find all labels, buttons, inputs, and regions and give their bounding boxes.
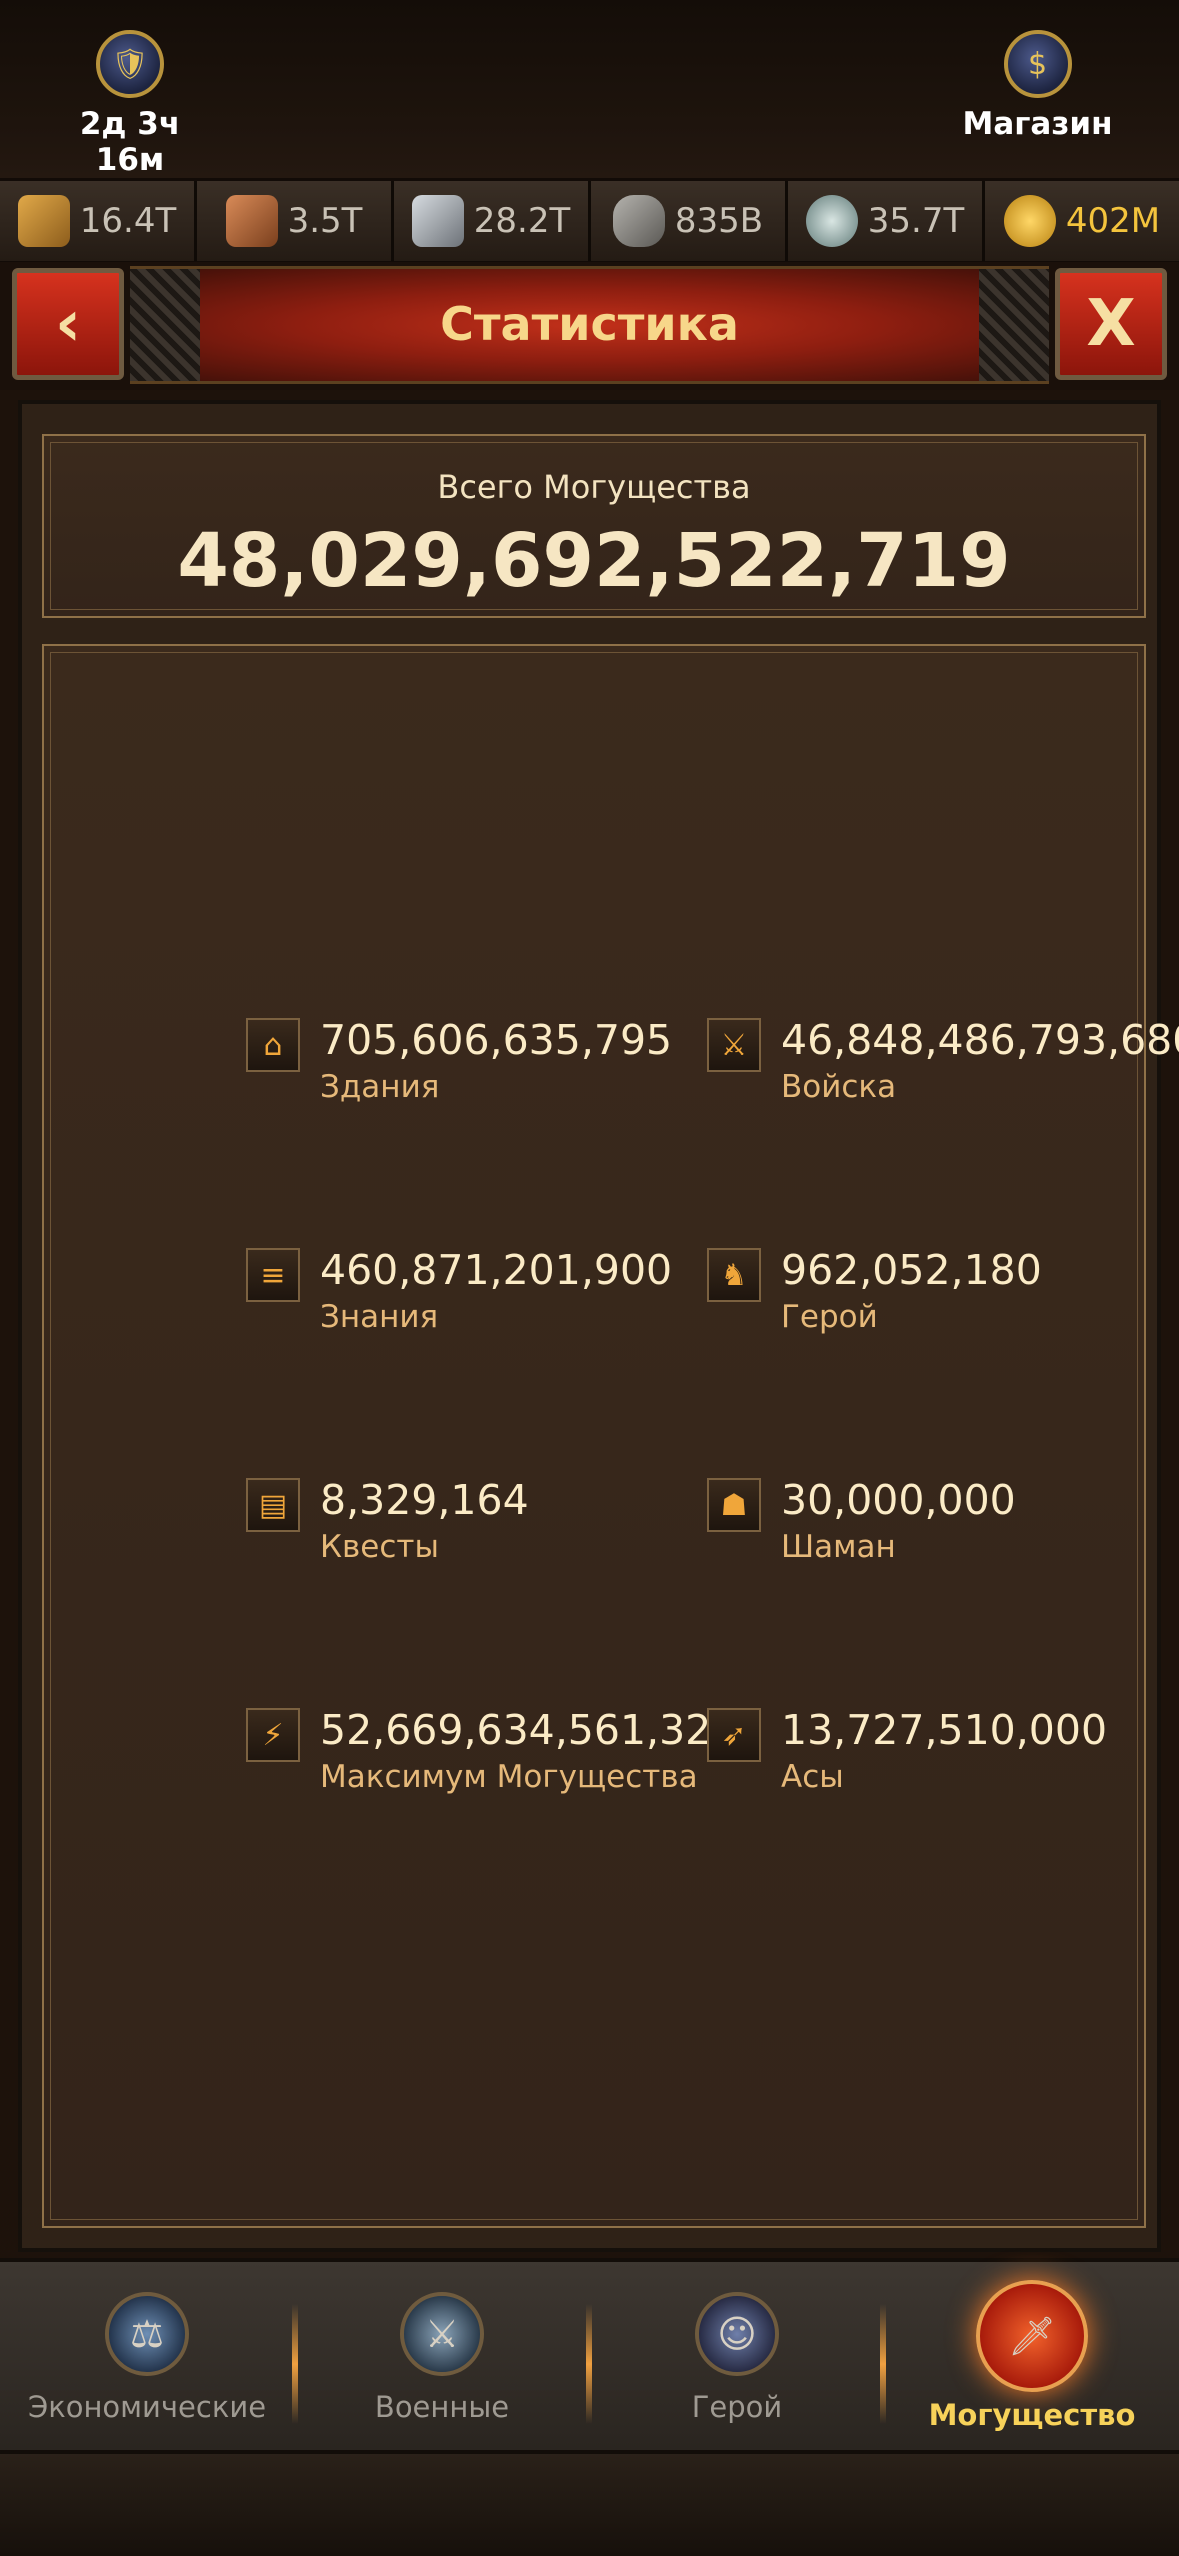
stat-value: 962,052,180 (781, 1246, 1042, 1294)
shop-bag-icon: $ (1003, 30, 1072, 98)
shaman-icon: ☗ (707, 1478, 761, 1532)
stat-label: Квесты (320, 1529, 439, 1565)
tab-label: Экономические (27, 2390, 267, 2424)
stat-value: 13,727,510,000 (781, 1706, 1108, 1754)
tab-label: Военные (374, 2390, 510, 2424)
wheat-icon (17, 195, 70, 247)
silver-coin-icon (805, 195, 858, 247)
total-power-value: 48,029,692,522,719 (177, 518, 1011, 604)
shield-icon: 🛡 (96, 30, 164, 98)
shield-timer[interactable]: 🛡 2д 3ч 16м (45, 30, 215, 178)
tab-power[interactable]: 🗡 Могущество (885, 2262, 1179, 2452)
stat-label: Войска (781, 1069, 897, 1105)
bottom-strip (0, 2454, 1179, 2556)
resource-wood-value: 3.5T (287, 201, 363, 241)
resource-stone-value: 835B (674, 201, 764, 241)
horn-icon: ➶ (707, 1708, 761, 1762)
bottom-tab-bar: ⚖ Экономические ⚔ Военные ☺ Герой 🗡 Могу… (0, 2258, 1179, 2454)
stat-label: Герой (781, 1299, 878, 1335)
tab-military[interactable]: ⚔ Военные (295, 2262, 589, 2452)
hero-icon: ☺ (695, 2292, 779, 2376)
back-button[interactable]: ‹ (12, 268, 124, 380)
resource-wood[interactable]: 3.5T (197, 181, 394, 261)
stat-value: 8,329,164 (320, 1476, 529, 1524)
resource-iron-value: 28.2T (473, 201, 571, 241)
top-bar: 🛡 2д 3ч 16м $ Магазин (0, 0, 1179, 178)
iron-ingot-icon (411, 195, 464, 247)
chevron-left-icon: ‹ (54, 287, 82, 361)
open-book-icon: ▤ (246, 1478, 300, 1532)
stat-value: 46,848,486,793,680 (781, 1016, 1179, 1064)
logs-icon (225, 195, 278, 247)
scales-icon: ⚖ (105, 2292, 189, 2376)
total-power-label: Всего Могущества (437, 468, 751, 506)
resource-silver-value: 35.7T (867, 201, 965, 241)
resource-stone[interactable]: 835B (591, 181, 788, 261)
resource-silver[interactable]: 35.7T (788, 181, 985, 261)
resource-gold-value: 402M (1065, 201, 1161, 241)
stat-value: 460,871,201,900 (320, 1246, 673, 1294)
stat-label: Максимум Могущества (320, 1759, 698, 1795)
close-icon: X (1086, 287, 1136, 361)
shield-timer-label: 2д 3ч 16м (79, 106, 181, 178)
wolf-icon: ♞ (707, 1248, 761, 1302)
helmet-icon: ⚔ (707, 1018, 761, 1072)
power-sword-icon: 🗡 (976, 2280, 1088, 2392)
gold-coin-icon (1003, 195, 1056, 247)
resource-gold[interactable]: 402M (985, 181, 1179, 261)
shop-button[interactable]: $ Магазин (950, 30, 1125, 142)
stat-label: Шаман (781, 1529, 896, 1565)
close-button[interactable]: X (1055, 268, 1167, 380)
resource-bar: 16.4T 3.5T 28.2T 835B 35.7T 402M (0, 178, 1179, 264)
resource-food[interactable]: 16.4T (0, 181, 197, 261)
shop-label: Магазин (962, 106, 1113, 142)
stone-icon (612, 195, 665, 247)
title-bar: ‹ Статистика X (0, 262, 1179, 390)
stats-panel: Всего Могущества 48,029,692,522,719 ⌂ 70… (18, 400, 1179, 2252)
resource-iron[interactable]: 28.2T (394, 181, 591, 261)
title-banner: Статистика (130, 266, 1049, 384)
stat-label: Асы (781, 1759, 844, 1795)
stat-value: 30,000,000 (781, 1476, 1016, 1524)
swords-icon: ⚔ (400, 2292, 484, 2376)
tab-label: Герой (691, 2390, 783, 2424)
stat-label: Здания (320, 1069, 440, 1105)
resource-food-value: 16.4T (79, 201, 177, 241)
house-icon: ⌂ (246, 1018, 300, 1072)
power-breakdown: ⌂ 705,606,635,795 Здания ⚔ 46,848,486,79… (42, 644, 1179, 2228)
max-power-icon: ⚡ (246, 1708, 300, 1762)
tab-economic[interactable]: ⚖ Экономические (0, 2262, 294, 2452)
stat-value: 705,606,635,795 (320, 1016, 673, 1064)
stat-label: Знания (320, 1299, 439, 1335)
total-power-card: Всего Могущества 48,029,692,522,719 (42, 434, 1146, 618)
tab-label: Могущество (928, 2398, 1136, 2432)
page-title: Статистика (440, 297, 739, 351)
tab-hero[interactable]: ☺ Герой (590, 2262, 884, 2452)
stat-value: 52,669,634,561,327 (320, 1706, 738, 1754)
books-icon: ≡ (246, 1248, 300, 1302)
